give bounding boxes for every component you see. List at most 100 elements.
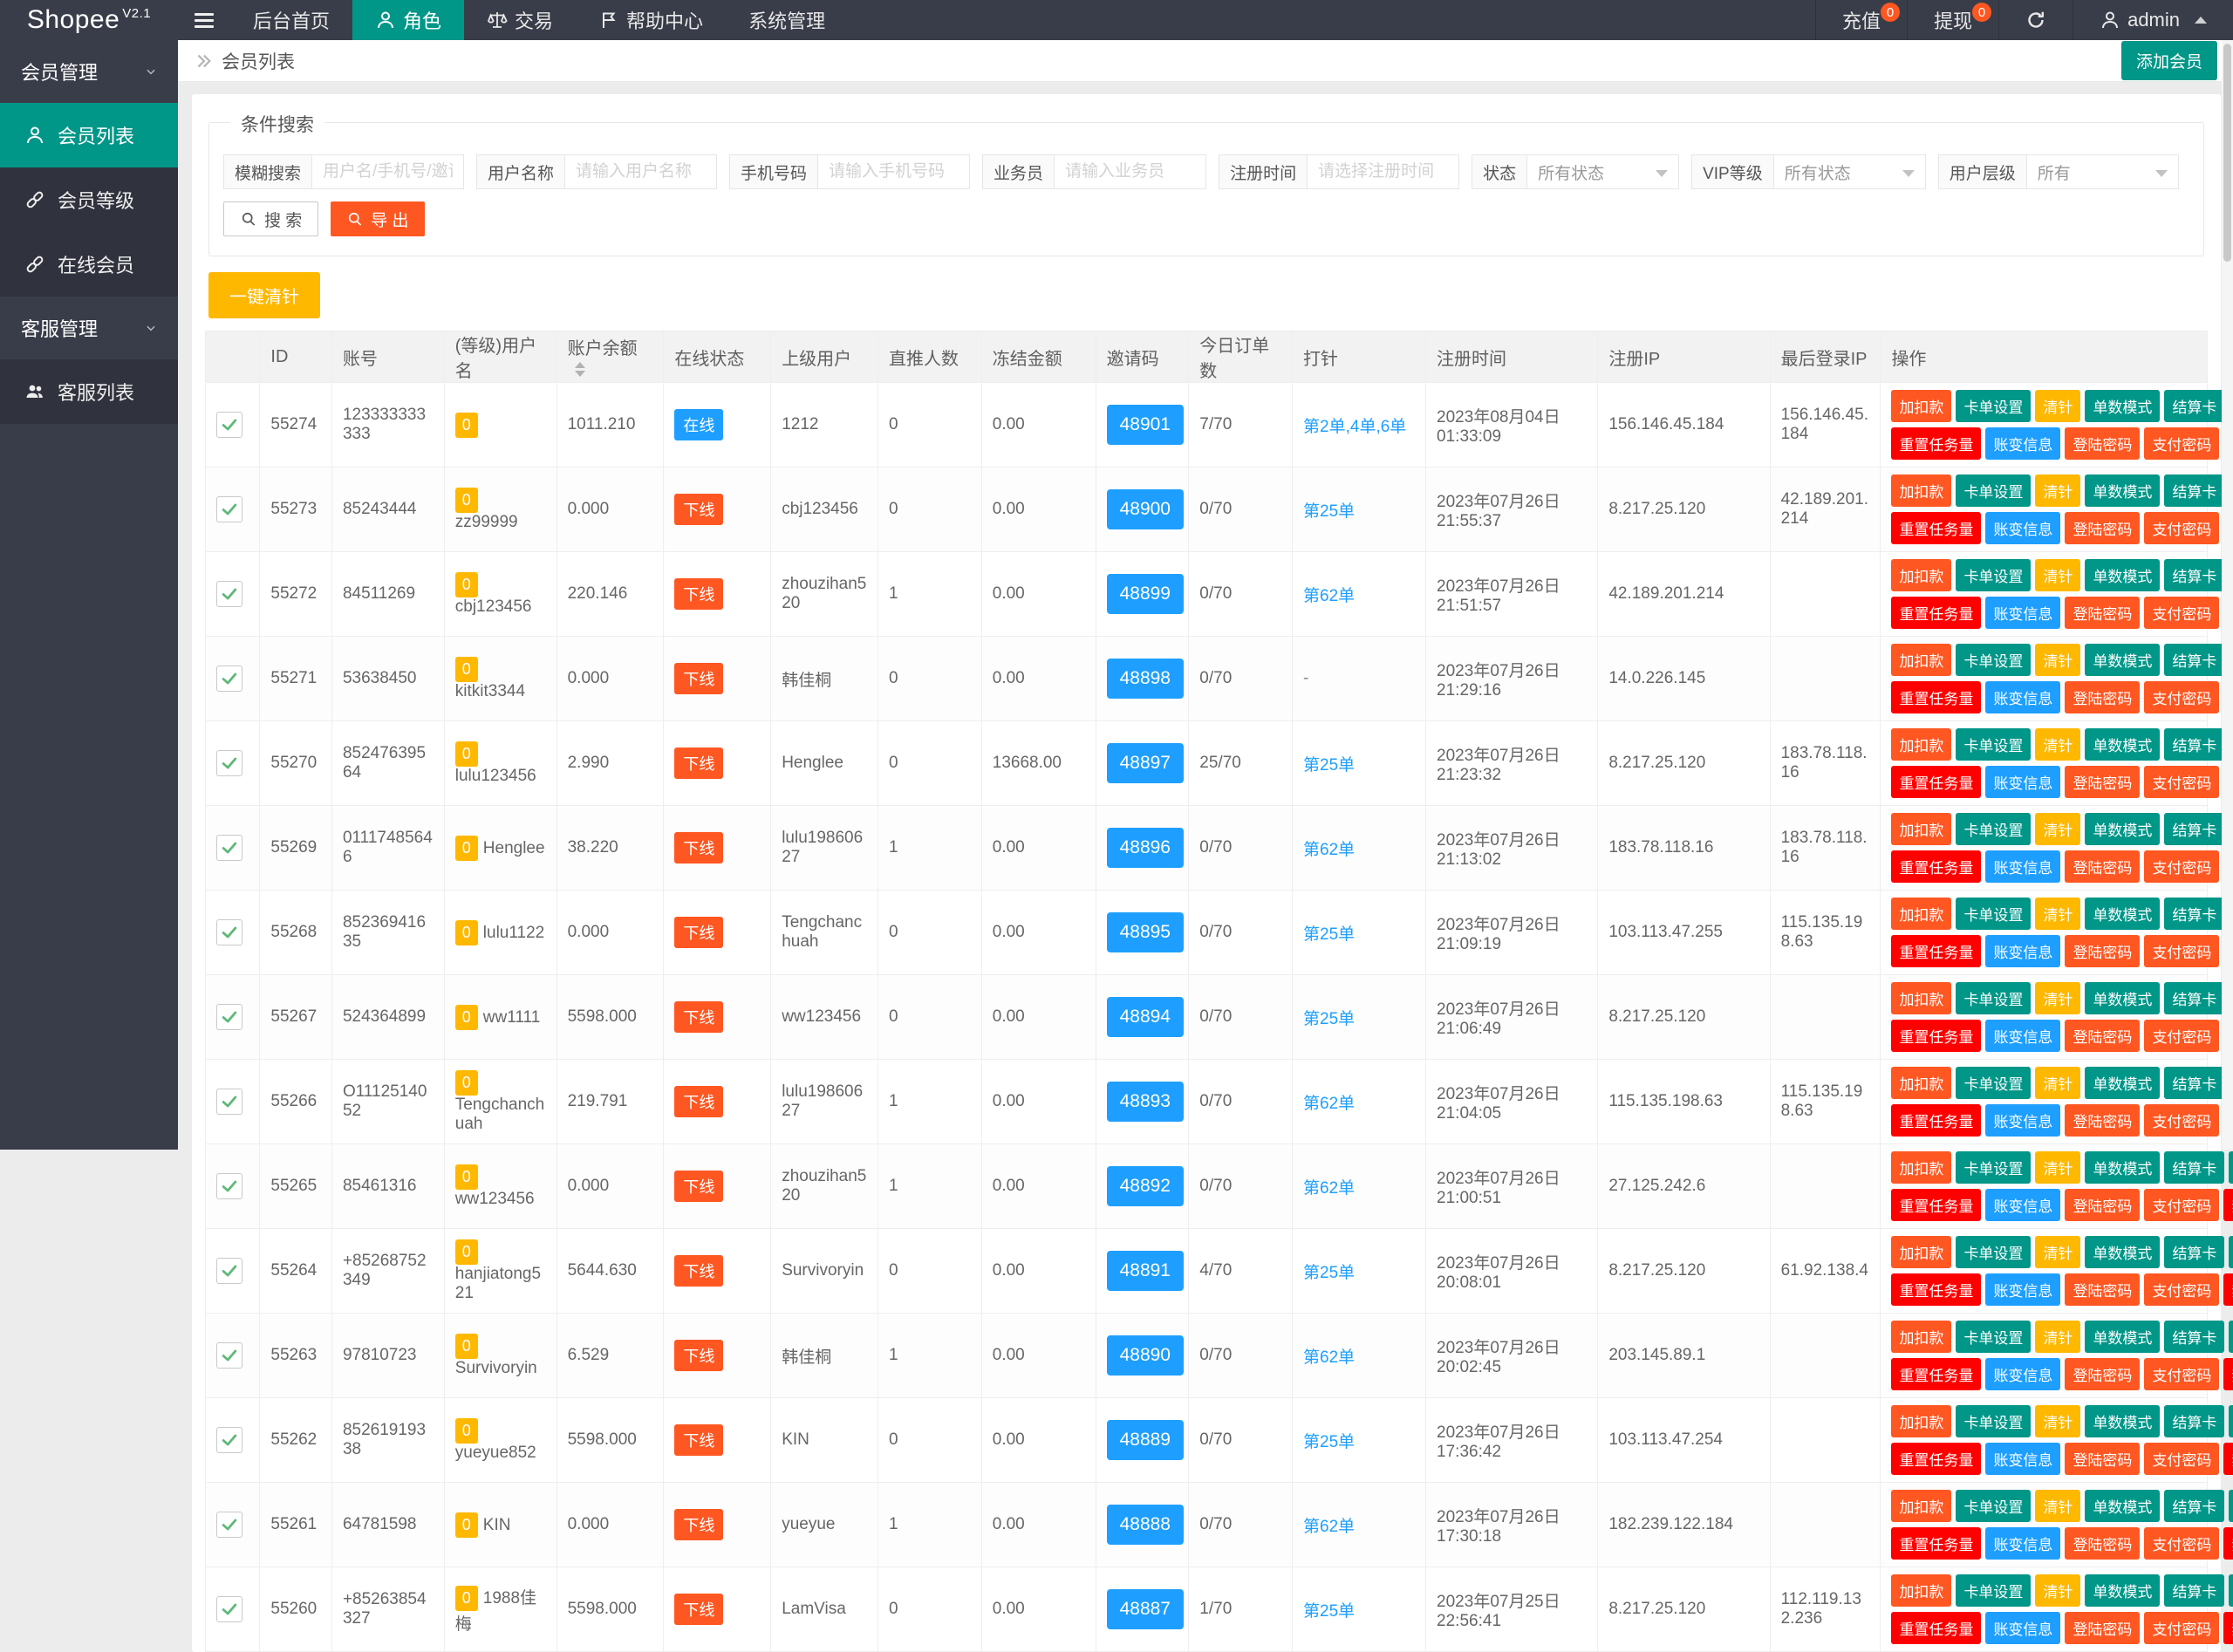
action-button-支付密码[interactable]: 支付密码 xyxy=(2144,427,2219,460)
sidebar-item-会员等级[interactable]: 会员等级 xyxy=(0,167,178,232)
action-button-加扣款[interactable]: 加扣款 xyxy=(1891,982,1951,1014)
action-button-单数模式[interactable]: 单数模式 xyxy=(2085,1405,2160,1437)
filter-input-5[interactable] xyxy=(1307,154,1459,189)
action-button-加扣款[interactable]: 加扣款 xyxy=(1891,813,1951,845)
action-button-单数模式[interactable]: 单数模式 xyxy=(2085,1574,2160,1607)
action-button-资料[interactable]: 资料 xyxy=(2229,1574,2233,1607)
action-button-登陆密码[interactable]: 登陆密码 xyxy=(2065,427,2140,460)
action-button-清针[interactable]: 清针 xyxy=(2035,982,2080,1014)
action-button-禁用[interactable]: 禁用 xyxy=(2223,1443,2233,1475)
invite-code-button[interactable]: 48899 xyxy=(1107,574,1184,614)
needle-link[interactable]: 第25单 xyxy=(1303,1602,1355,1621)
action-button-单数模式[interactable]: 单数模式 xyxy=(2085,1236,2160,1268)
row-checkbox[interactable] xyxy=(216,1512,242,1538)
action-button-重置任务量[interactable]: 重置任务量 xyxy=(1891,427,1981,460)
action-button-清针[interactable]: 清针 xyxy=(2035,728,2080,761)
action-button-资料[interactable]: 资料 xyxy=(2229,1236,2233,1268)
action-button-卡单设置[interactable]: 卡单设置 xyxy=(1956,559,2031,591)
row-checkbox[interactable] xyxy=(216,1173,242,1199)
invite-code-button[interactable]: 48898 xyxy=(1107,659,1184,699)
action-button-禁用[interactable]: 禁用 xyxy=(2223,1527,2233,1560)
action-button-支付密码[interactable]: 支付密码 xyxy=(2144,850,2219,883)
action-button-支付密码[interactable]: 支付密码 xyxy=(2144,1189,2219,1221)
action-button-单数模式[interactable]: 单数模式 xyxy=(2085,1151,2160,1184)
action-button-账变信息[interactable]: 账变信息 xyxy=(1985,597,2060,629)
action-button-账变信息[interactable]: 账变信息 xyxy=(1985,766,2060,798)
action-button-资料[interactable]: 资料 xyxy=(2229,1490,2233,1522)
action-button-重置任务量[interactable]: 重置任务量 xyxy=(1891,1612,1981,1644)
action-button-支付密码[interactable]: 支付密码 xyxy=(2144,1443,2219,1475)
action-button-清针[interactable]: 清针 xyxy=(2035,898,2080,930)
action-button-账变信息[interactable]: 账变信息 xyxy=(1985,1358,2060,1390)
row-checkbox[interactable] xyxy=(216,919,242,945)
action-button-结算卡[interactable]: 结算卡 xyxy=(2164,898,2224,930)
action-button-结算卡[interactable]: 结算卡 xyxy=(2164,728,2224,761)
row-checkbox[interactable] xyxy=(216,1596,242,1622)
action-button-加扣款[interactable]: 加扣款 xyxy=(1891,559,1951,591)
action-button-登陆密码[interactable]: 登陆密码 xyxy=(2065,1104,2140,1137)
invite-code-button[interactable]: 48887 xyxy=(1107,1589,1184,1629)
action-button-支付密码[interactable]: 支付密码 xyxy=(2144,935,2219,967)
filter-input-3[interactable] xyxy=(817,154,970,189)
action-button-结算卡[interactable]: 结算卡 xyxy=(2164,1321,2224,1353)
scrollbar-thumb[interactable] xyxy=(2223,44,2231,262)
action-button-清针[interactable]: 清针 xyxy=(2035,1405,2080,1437)
action-button-结算卡[interactable]: 结算卡 xyxy=(2164,813,2224,845)
action-button-资料[interactable]: 资料 xyxy=(2229,1151,2233,1184)
action-button-卡单设置[interactable]: 卡单设置 xyxy=(1956,644,2031,676)
action-button-卡单设置[interactable]: 卡单设置 xyxy=(1956,1067,2031,1099)
withdraw-button[interactable]: 提现0 xyxy=(1907,0,1998,40)
needle-link[interactable]: 第62单 xyxy=(1303,1518,1355,1536)
sidebar-item-在线会员[interactable]: 在线会员 xyxy=(0,232,178,297)
action-button-登陆密码[interactable]: 登陆密码 xyxy=(2065,681,2140,713)
action-button-账变信息[interactable]: 账变信息 xyxy=(1985,850,2060,883)
action-button-支付密码[interactable]: 支付密码 xyxy=(2144,1273,2219,1306)
action-button-单数模式[interactable]: 单数模式 xyxy=(2085,728,2160,761)
action-button-结算卡[interactable]: 结算卡 xyxy=(2164,1405,2224,1437)
action-button-加扣款[interactable]: 加扣款 xyxy=(1891,728,1951,761)
needle-link[interactable]: 第62单 xyxy=(1303,1348,1355,1367)
action-button-账变信息[interactable]: 账变信息 xyxy=(1985,935,2060,967)
refresh-button[interactable] xyxy=(1998,0,2073,40)
action-button-禁用[interactable]: 禁用 xyxy=(2223,1189,2233,1221)
action-button-账变信息[interactable]: 账变信息 xyxy=(1985,512,2060,544)
action-button-加扣款[interactable]: 加扣款 xyxy=(1891,390,1951,422)
action-button-结算卡[interactable]: 结算卡 xyxy=(2164,390,2224,422)
action-button-支付密码[interactable]: 支付密码 xyxy=(2144,1612,2219,1644)
action-button-卡单设置[interactable]: 卡单设置 xyxy=(1956,898,2031,930)
action-button-重置任务量[interactable]: 重置任务量 xyxy=(1891,1273,1981,1306)
action-button-登陆密码[interactable]: 登陆密码 xyxy=(2065,1527,2140,1560)
action-button-单数模式[interactable]: 单数模式 xyxy=(2085,813,2160,845)
action-button-单数模式[interactable]: 单数模式 xyxy=(2085,982,2160,1014)
action-button-加扣款[interactable]: 加扣款 xyxy=(1891,1490,1951,1522)
sort-icon[interactable] xyxy=(575,362,585,377)
action-button-禁用[interactable]: 禁用 xyxy=(2223,1273,2233,1306)
clear-needle-button[interactable]: 一键清针 xyxy=(208,272,320,318)
top-nav-item-2[interactable]: 角色 xyxy=(352,0,464,40)
action-button-单数模式[interactable]: 单数模式 xyxy=(2085,898,2160,930)
invite-code-button[interactable]: 48893 xyxy=(1107,1082,1184,1122)
action-button-支付密码[interactable]: 支付密码 xyxy=(2144,597,2219,629)
row-checkbox[interactable] xyxy=(216,666,242,692)
action-button-支付密码[interactable]: 支付密码 xyxy=(2144,681,2219,713)
action-button-支付密码[interactable]: 支付密码 xyxy=(2144,1104,2219,1137)
filter-input-1[interactable] xyxy=(311,154,464,189)
row-checkbox[interactable] xyxy=(216,750,242,776)
action-button-重置任务量[interactable]: 重置任务量 xyxy=(1891,850,1981,883)
action-button-加扣款[interactable]: 加扣款 xyxy=(1891,644,1951,676)
action-button-加扣款[interactable]: 加扣款 xyxy=(1891,474,1951,507)
invite-code-button[interactable]: 48900 xyxy=(1107,489,1184,529)
action-button-登陆密码[interactable]: 登陆密码 xyxy=(2065,1020,2140,1052)
action-button-账变信息[interactable]: 账变信息 xyxy=(1985,1443,2060,1475)
invite-code-button[interactable]: 48896 xyxy=(1107,828,1184,868)
action-button-加扣款[interactable]: 加扣款 xyxy=(1891,1405,1951,1437)
action-button-账变信息[interactable]: 账变信息 xyxy=(1985,1612,2060,1644)
action-button-清针[interactable]: 清针 xyxy=(2035,1236,2080,1268)
action-button-结算卡[interactable]: 结算卡 xyxy=(2164,1236,2224,1268)
action-button-资料[interactable]: 资料 xyxy=(2229,1405,2233,1437)
action-button-单数模式[interactable]: 单数模式 xyxy=(2085,559,2160,591)
filter-select-7[interactable]: 所有状态 xyxy=(1773,154,1926,189)
action-button-登陆密码[interactable]: 登陆密码 xyxy=(2065,1612,2140,1644)
action-button-清针[interactable]: 清针 xyxy=(2035,559,2080,591)
action-button-登陆密码[interactable]: 登陆密码 xyxy=(2065,597,2140,629)
